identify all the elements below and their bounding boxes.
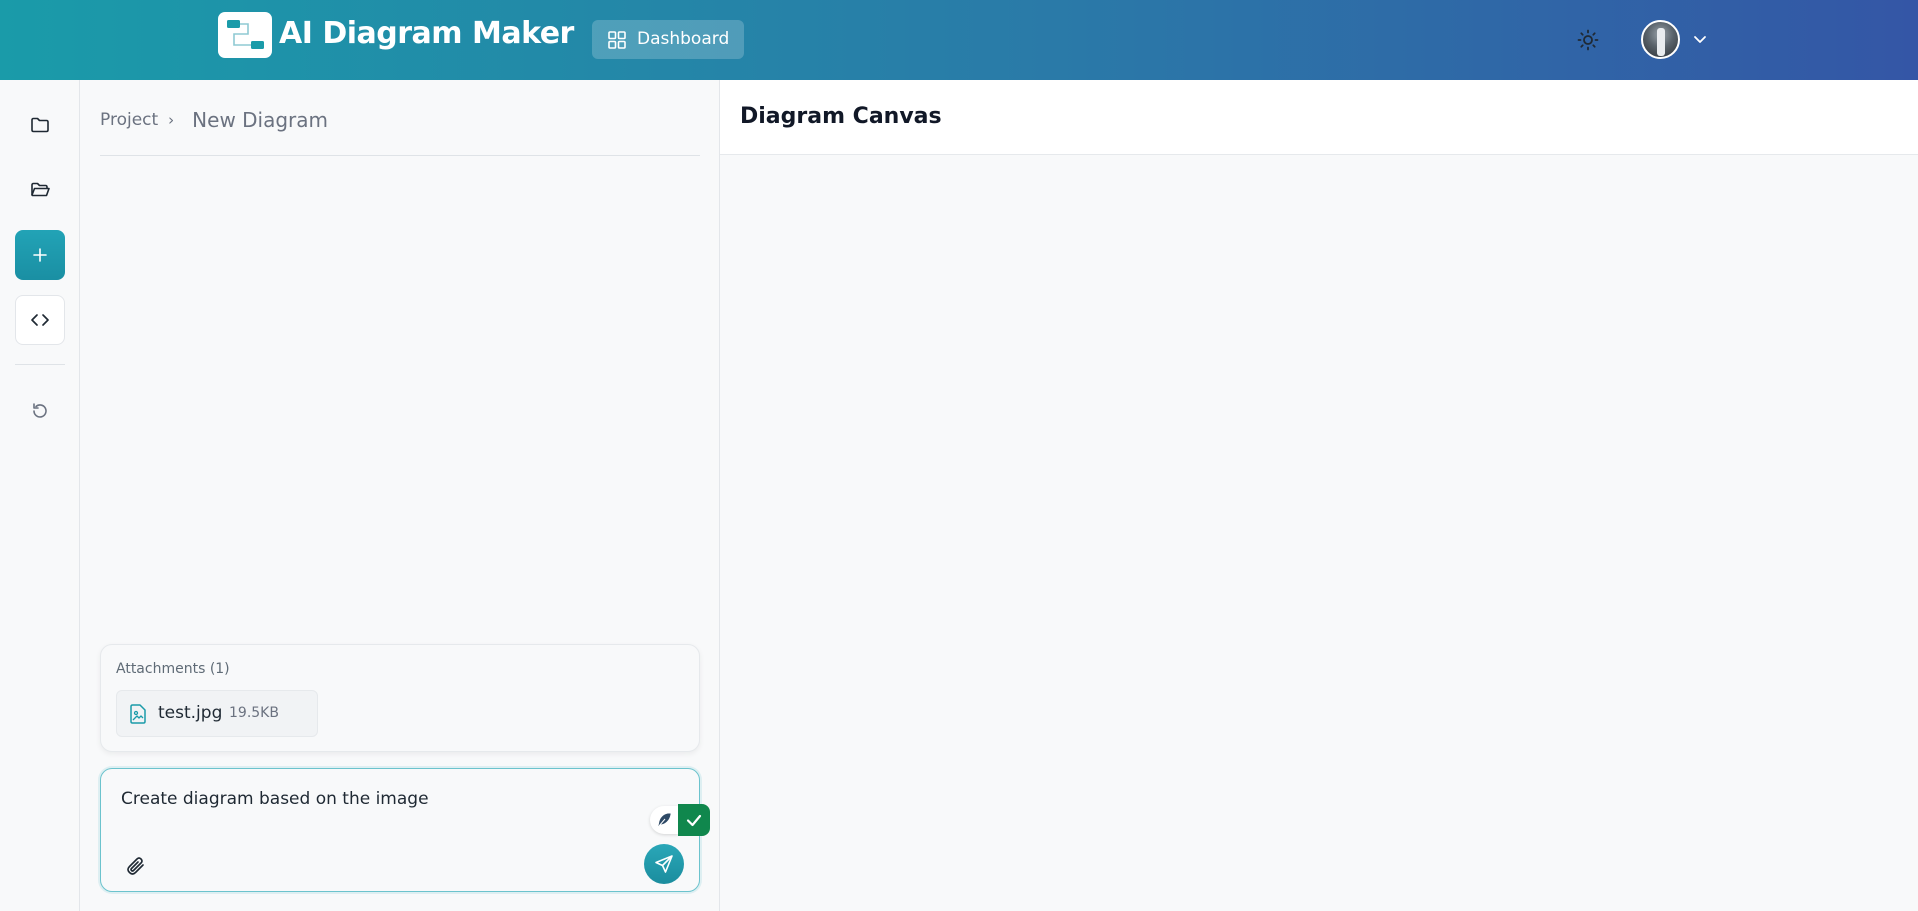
folder-icon [31, 117, 49, 133]
grid-icon [608, 31, 626, 49]
prompt-input[interactable]: Create diagram based on the image [121, 789, 429, 809]
sidebar-divider [15, 364, 65, 365]
user-avatar[interactable] [1641, 20, 1680, 59]
breadcrumb-separator: › [168, 111, 175, 129]
check-icon [686, 814, 702, 827]
sidebar-item-new-diagram[interactable] [15, 230, 65, 280]
sidebar-rail [0, 80, 80, 911]
diagram-canvas-panel: Diagram Canvas [720, 80, 1918, 911]
breadcrumb-project[interactable]: Project [100, 110, 158, 130]
dashboard-button[interactable]: Dashboard [592, 20, 744, 59]
app-logo[interactable] [218, 12, 272, 58]
sun-icon[interactable] [1576, 28, 1600, 52]
breadcrumb: Project › New Diagram [100, 108, 328, 132]
attachment-size: 19.5KB [229, 705, 279, 721]
top-header: AI Diagram Maker Dashboard [0, 0, 1918, 80]
sidebar-item-code[interactable] [15, 295, 65, 345]
breadcrumb-current: New Diagram [192, 108, 329, 132]
send-icon [655, 855, 673, 873]
diagram-logo-icon [227, 20, 264, 49]
attachments-title: Attachments (1) [116, 661, 230, 677]
app-title: AI Diagram Maker [279, 16, 574, 51]
chat-panel: Project › New Diagram Attachments (1) te… [80, 80, 720, 911]
history-icon [33, 403, 47, 418]
send-button[interactable] [644, 844, 684, 884]
prompt-composer[interactable]: Create diagram based on the image [100, 768, 710, 892]
mode-toggle-confirm[interactable] [678, 804, 710, 836]
sidebar-item-history[interactable] [15, 386, 65, 436]
attachment-chip[interactable]: test.jpg 19.5KB [116, 690, 318, 737]
sidebar-item-open[interactable] [15, 165, 65, 215]
image-file-icon [130, 704, 146, 724]
feather-icon [658, 813, 671, 827]
mode-toggle-pen[interactable] [650, 806, 678, 834]
canvas-header: Diagram Canvas [720, 80, 1918, 155]
avatar-figure [1657, 28, 1665, 56]
sidebar-item-projects[interactable] [15, 100, 65, 150]
dashboard-label: Dashboard [637, 29, 730, 49]
breadcrumb-divider [100, 155, 700, 156]
plus-icon [33, 248, 47, 262]
code-icon [31, 314, 49, 326]
diagram-canvas[interactable] [720, 156, 1918, 911]
attachment-name: test.jpg [158, 703, 223, 723]
canvas-title: Diagram Canvas [740, 104, 942, 129]
paperclip-icon[interactable] [125, 855, 147, 877]
chevron-down-icon[interactable] [1692, 31, 1708, 47]
folder-open-icon [31, 182, 50, 197]
attachments-card: Attachments (1) test.jpg 19.5KB [100, 644, 700, 752]
